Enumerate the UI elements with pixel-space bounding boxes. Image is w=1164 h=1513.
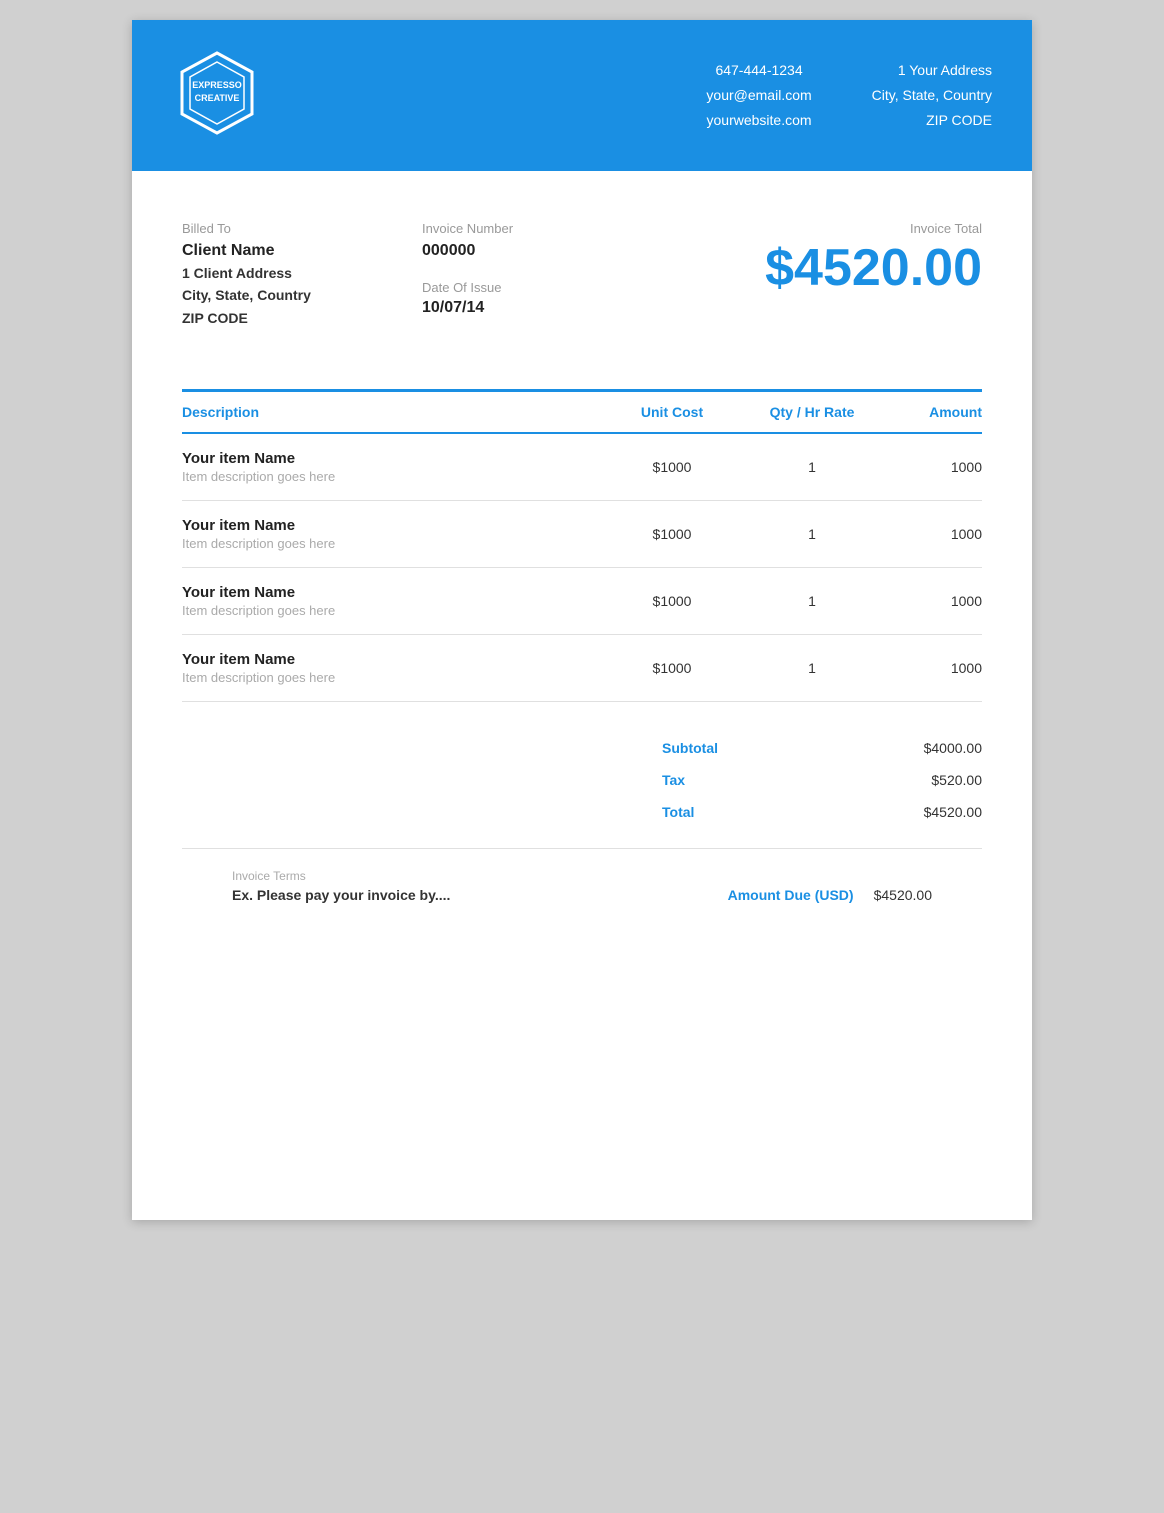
contact-website: yourwebsite.com <box>706 108 811 133</box>
row-qty-1: 1 <box>742 526 882 542</box>
logo-area: EXPRESSO CREATIVE <box>172 48 262 143</box>
row-amount-3: 1000 <box>882 660 982 676</box>
table-rows-container: Your item Name Item description goes her… <box>182 434 982 702</box>
total-value: $4520.00 <box>924 804 982 820</box>
invoice-total-amount: $4520.00 <box>642 240 982 297</box>
invoice-total-block: Invoice Total $4520.00 <box>642 221 982 297</box>
totals-table: Subtotal $4000.00 Tax $520.00 Total $452… <box>662 732 982 828</box>
col-header-description: Description <box>182 404 602 420</box>
row-unit-cost-2: $1000 <box>602 593 742 609</box>
table-header-row: Description Unit Cost Qty / Hr Rate Amou… <box>182 389 982 434</box>
row-description-0: Your item Name Item description goes her… <box>182 450 602 484</box>
subtotal-label: Subtotal <box>662 740 718 756</box>
item-name-2: Your item Name <box>182 584 602 601</box>
row-qty-0: 1 <box>742 459 882 475</box>
item-name-3: Your item Name <box>182 651 602 668</box>
address-line1: 1 Your Address <box>872 58 992 83</box>
row-description-3: Your item Name Item description goes her… <box>182 651 602 685</box>
amount-due-label: Amount Due (USD) <box>728 887 854 903</box>
address-line3: ZIP CODE <box>872 108 992 133</box>
total-row: Total $4520.00 <box>662 796 982 828</box>
svg-text:CREATIVE: CREATIVE <box>195 93 240 103</box>
billed-to-label: Billed To <box>182 221 422 236</box>
footer-section: Invoice Terms Ex. Please pay your invoic… <box>182 848 982 943</box>
amount-due-block: Amount Due (USD) $4520.00 <box>728 887 932 903</box>
invoice-meta-block: Invoice Number 000000 Date Of Issue 10/0… <box>422 221 642 317</box>
invoice-number-label: Invoice Number <box>422 221 642 236</box>
col-header-unit-cost: Unit Cost <box>602 404 742 420</box>
terms-text: Ex. Please pay your invoice by.... <box>232 887 728 903</box>
item-desc-0: Item description goes here <box>182 469 602 484</box>
logo-hexagon-icon: EXPRESSO CREATIVE <box>172 48 262 138</box>
tax-row: Tax $520.00 <box>662 764 982 796</box>
invoice-header: EXPRESSO CREATIVE 647-444-1234 your@emai… <box>132 20 1032 171</box>
invoice-total-label: Invoice Total <box>642 221 982 236</box>
invoice-table: Description Unit Cost Qty / Hr Rate Amou… <box>132 389 1032 702</box>
client-address1: 1 Client Address <box>182 262 422 284</box>
invoice-number-value: 000000 <box>422 242 642 260</box>
item-desc-1: Item description goes here <box>182 536 602 551</box>
table-row: Your item Name Item description goes her… <box>182 635 982 702</box>
client-zip: ZIP CODE <box>182 307 422 329</box>
item-desc-3: Item description goes here <box>182 670 602 685</box>
billed-to-block: Billed To Client Name 1 Client Address C… <box>182 221 422 329</box>
col-header-amount: Amount <box>882 404 982 420</box>
tax-value: $520.00 <box>931 772 982 788</box>
total-label: Total <box>662 804 694 820</box>
client-name: Client Name <box>182 242 422 260</box>
row-amount-0: 1000 <box>882 459 982 475</box>
table-row: Your item Name Item description goes her… <box>182 568 982 635</box>
contact-email: your@email.com <box>706 83 811 108</box>
terms-label: Invoice Terms <box>232 869 728 883</box>
subtotal-value: $4000.00 <box>924 740 982 756</box>
item-name-1: Your item Name <box>182 517 602 534</box>
row-description-2: Your item Name Item description goes her… <box>182 584 602 618</box>
item-name-0: Your item Name <box>182 450 602 467</box>
billing-section: Billed To Client Name 1 Client Address C… <box>132 171 1032 359</box>
row-qty-3: 1 <box>742 660 882 676</box>
row-unit-cost-3: $1000 <box>602 660 742 676</box>
date-value: 10/07/14 <box>422 299 642 317</box>
terms-block: Invoice Terms Ex. Please pay your invoic… <box>232 869 728 903</box>
row-amount-2: 1000 <box>882 593 982 609</box>
table-row: Your item Name Item description goes her… <box>182 501 982 568</box>
amount-due-value: $4520.00 <box>874 887 932 903</box>
row-qty-2: 1 <box>742 593 882 609</box>
totals-section: Subtotal $4000.00 Tax $520.00 Total $452… <box>132 702 1032 848</box>
subtotal-row: Subtotal $4000.00 <box>662 732 982 764</box>
row-unit-cost-0: $1000 <box>602 459 742 475</box>
row-unit-cost-1: $1000 <box>602 526 742 542</box>
svg-text:EXPRESSO: EXPRESSO <box>192 80 242 90</box>
contact-block: 647-444-1234 your@email.com yourwebsite.… <box>706 58 811 134</box>
address-line2: City, State, Country <box>872 83 992 108</box>
row-amount-1: 1000 <box>882 526 982 542</box>
contact-phone: 647-444-1234 <box>706 58 811 83</box>
col-header-qty: Qty / Hr Rate <box>742 404 882 420</box>
date-label: Date Of Issue <box>422 280 642 295</box>
row-description-1: Your item Name Item description goes her… <box>182 517 602 551</box>
tax-label: Tax <box>662 772 685 788</box>
client-address2: City, State, Country <box>182 284 422 306</box>
table-row: Your item Name Item description goes her… <box>182 434 982 501</box>
item-desc-2: Item description goes here <box>182 603 602 618</box>
invoice-page: EXPRESSO CREATIVE 647-444-1234 your@emai… <box>132 20 1032 1220</box>
address-block: 1 Your Address City, State, Country ZIP … <box>872 58 992 134</box>
